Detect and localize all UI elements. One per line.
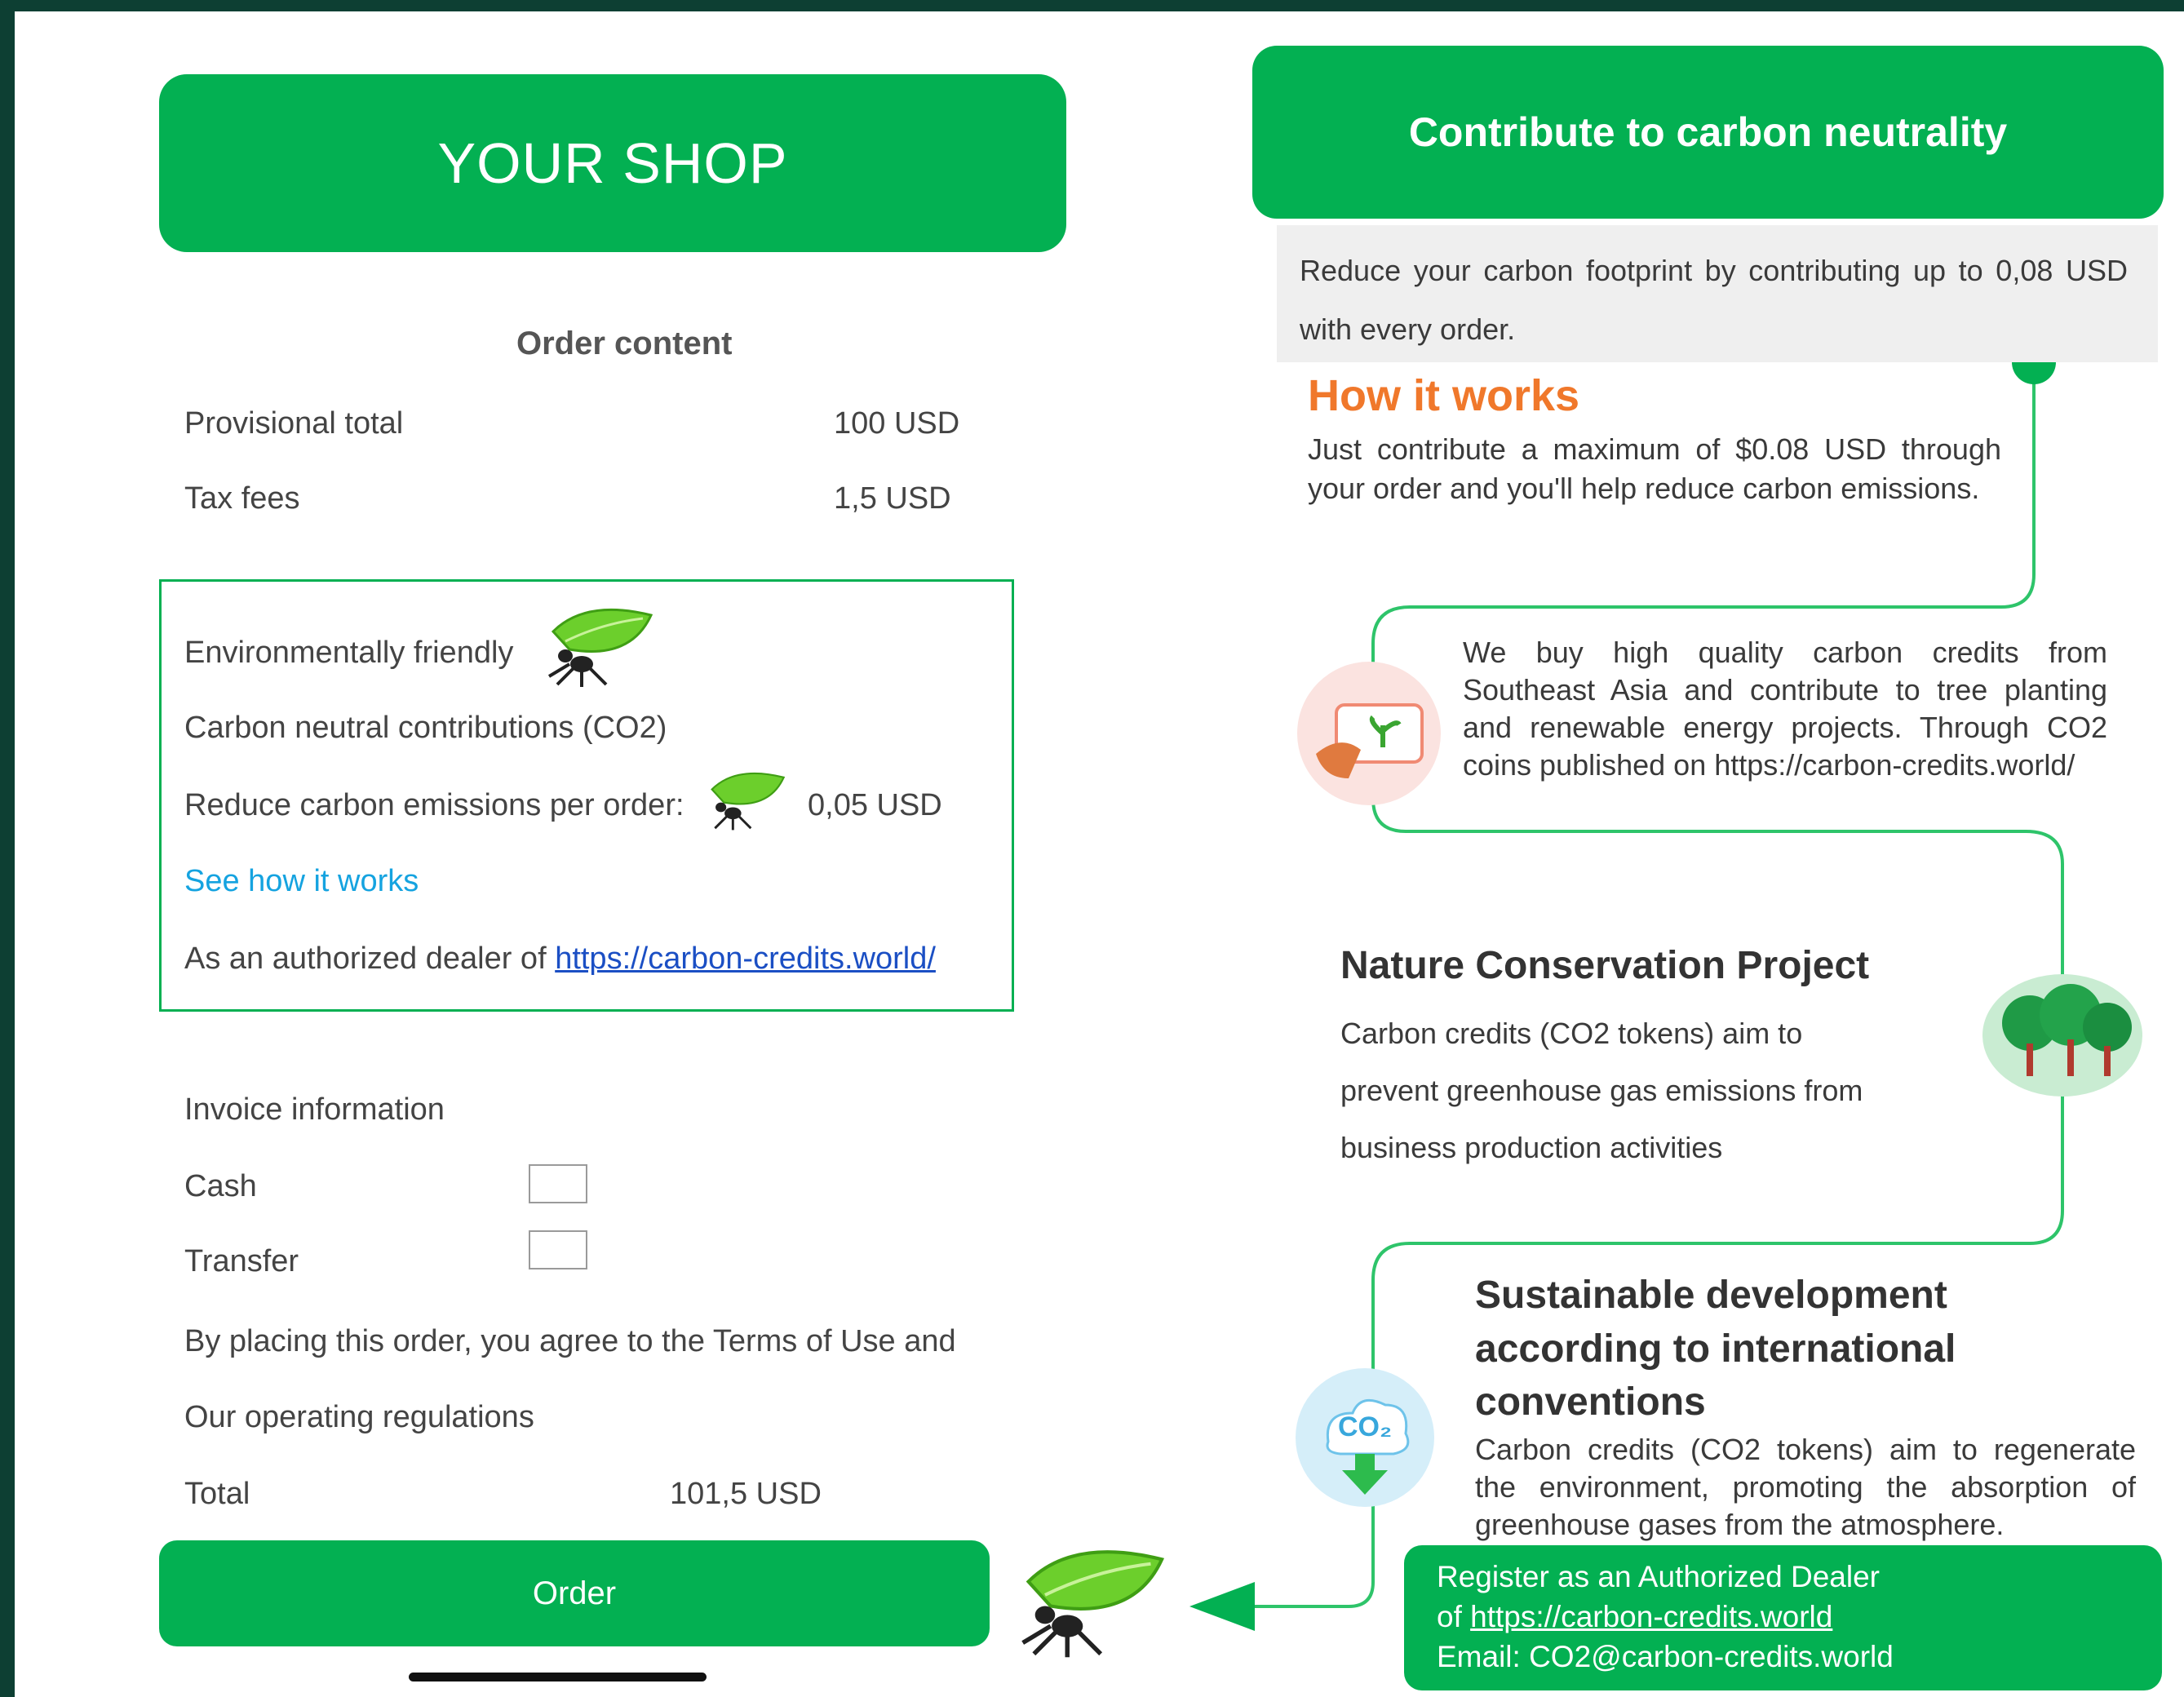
eco-title: Environmentally friendly: [184, 636, 514, 670]
how-it-works-title: How it works: [1308, 371, 1580, 420]
co2-cloud-icon: CO₂: [1291, 1364, 1438, 1511]
nature-line-3: business production activities: [1340, 1131, 1723, 1164]
reduce-emissions-value: 0,05 USD: [808, 788, 942, 822]
transfer-label: Transfer: [184, 1244, 299, 1278]
dealer-line-1: Register as an Authorized Dealer: [1437, 1560, 1880, 1593]
arrow-left-icon: [1189, 1582, 1255, 1631]
dealer-email[interactable]: Email: CO2@carbon-credits.world: [1437, 1637, 2129, 1677]
nature-line-1: Carbon credits (CO2 tokens) aim to: [1340, 1017, 1803, 1050]
total-label: Total: [184, 1477, 250, 1511]
home-indicator-bar: [409, 1673, 707, 1681]
shop-title-banner: YOUR SHOP: [159, 74, 1066, 252]
total-value: 101,5 USD: [670, 1477, 822, 1511]
provisional-total-label: Provisional total: [184, 406, 404, 441]
order-button[interactable]: Order: [159, 1540, 990, 1646]
carbon-credits-text: We buy high quality carbon credits from …: [1463, 636, 2107, 782]
eco-subtitle: Carbon neutral contributions (CO2): [184, 711, 667, 745]
sustainable-title-line-1: Sustainable development: [1475, 1274, 1947, 1317]
ant-leaf-icon: [1021, 1550, 1165, 1658]
sustainable-title-line-2: according to international: [1475, 1327, 1956, 1371]
terms-line-2[interactable]: Our operating regulations: [184, 1400, 534, 1435]
invoice-info-label: Invoice information: [184, 1092, 445, 1127]
ant-leaf-icon: [547, 608, 653, 687]
how-it-works-text: Just contribute a maximum of $0.08 USD t…: [1308, 432, 2001, 505]
cash-label: Cash: [184, 1169, 257, 1203]
sustainable-text: Carbon credits (CO2 tokens) aim to regen…: [1475, 1433, 2136, 1541]
ant-leaf-icon: [711, 772, 786, 831]
dealer-link[interactable]: https://carbon-credits.world/: [555, 942, 936, 976]
co2-icon-label: CO₂: [1337, 1411, 1393, 1442]
transfer-checkbox[interactable]: [529, 1230, 587, 1269]
register-dealer-link[interactable]: https://carbon-credits.world: [1470, 1600, 1832, 1633]
see-how-it-works-link[interactable]: See how it works: [184, 864, 419, 899]
page-canvas: YOUR SHOP Order content Provisional tota…: [15, 11, 2184, 1697]
sustainable-title-line-3: conventions: [1475, 1380, 1706, 1424]
carbon-neutrality-banner: Contribute to carbon neutrality: [1252, 46, 2164, 219]
hand-plant-icon: [1297, 662, 1441, 805]
reduce-footprint-text: Reduce your carbon footprint by contribu…: [1300, 254, 2128, 346]
nature-conservation-title: Nature Conservation Project: [1340, 944, 1870, 987]
cash-checkbox[interactable]: [529, 1164, 587, 1203]
dealer-line-2-prefix: of: [1437, 1600, 1471, 1633]
register-dealer-box: Register as an Authorized Dealer of http…: [1404, 1545, 2162, 1690]
dealer-line-2: of https://carbon-credits.world: [1437, 1597, 2129, 1637]
reduce-emissions-label: Reduce carbon emissions per order:: [184, 788, 684, 822]
tax-fees-label: Tax fees: [184, 481, 300, 516]
dealer-prefix: As an authorized dealer of: [184, 942, 556, 976]
nature-line-2: prevent greenhouse gas emissions from: [1340, 1074, 1863, 1107]
trees-icon: [1982, 974, 2142, 1097]
provisional-total-value: 100 USD: [834, 406, 960, 441]
tax-fees-value: 1,5 USD: [834, 481, 951, 516]
authorized-dealer-text: As an authorized dealer of https://carbo…: [184, 942, 936, 977]
order-content-title: Order content: [516, 326, 733, 361]
terms-line-1: By placing this order, you agree to the …: [184, 1324, 956, 1358]
